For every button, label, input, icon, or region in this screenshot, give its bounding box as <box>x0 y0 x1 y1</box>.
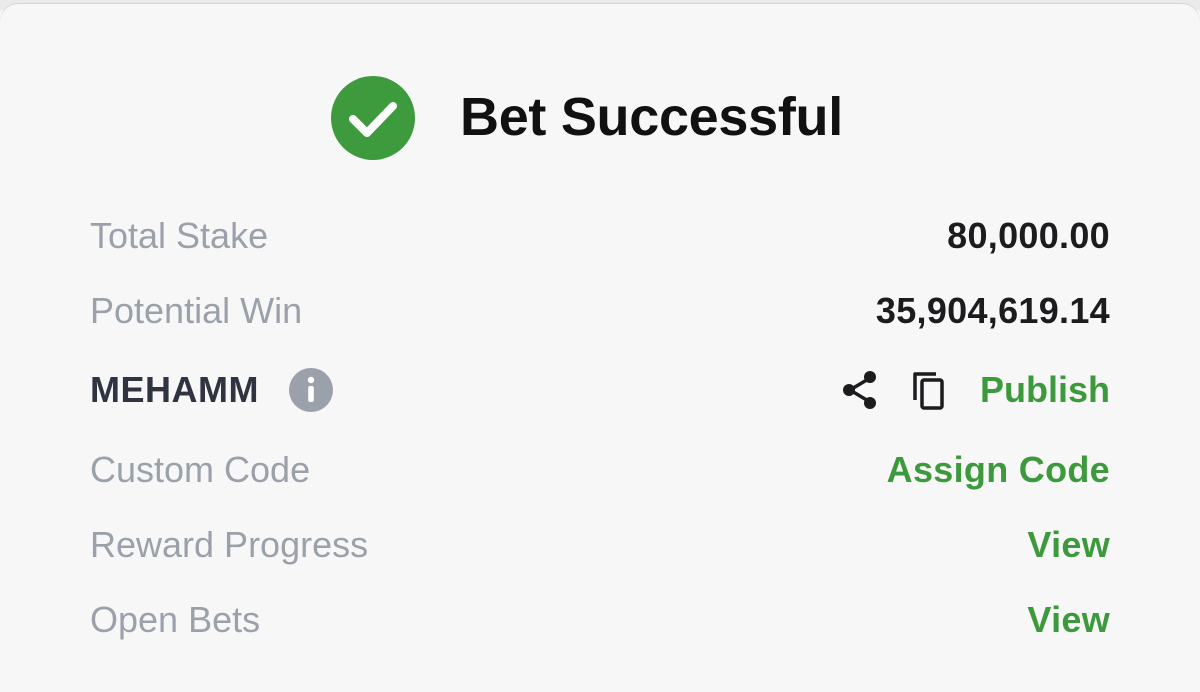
copy-icon[interactable] <box>906 368 950 412</box>
reward-progress-view-button[interactable]: View <box>1027 517 1110 573</box>
booking-code-row: MEHAMM Publish <box>90 362 1110 418</box>
total-stake-value: 80,000.00 <box>947 215 1110 256</box>
custom-code-label: Custom Code <box>90 449 311 490</box>
page-title: Bet Successful <box>460 87 843 147</box>
custom-code-row: Custom Code Assign Code <box>90 442 1110 498</box>
open-bets-row: Open Bets View <box>90 592 1110 648</box>
potential-win-row: Potential Win 35,904,619.14 <box>90 283 1110 339</box>
success-header: Bet Successful <box>0 72 1200 164</box>
publish-button[interactable]: Publish <box>980 362 1110 418</box>
share-icon[interactable] <box>838 368 882 412</box>
open-bets-label: Open Bets <box>90 599 261 640</box>
reward-progress-label: Reward Progress <box>90 524 369 565</box>
assign-code-button[interactable]: Assign Code <box>887 442 1110 498</box>
potential-win-value: 35,904,619.14 <box>875 290 1110 331</box>
bet-success-sheet: Bet Successful Total Stake 80,000.00 Pot… <box>0 4 1200 692</box>
total-stake-row: Total Stake 80,000.00 <box>90 208 1110 264</box>
total-stake-label: Total Stake <box>90 215 269 256</box>
info-icon[interactable] <box>289 368 333 412</box>
booking-code: MEHAMM <box>90 369 259 410</box>
reward-progress-row: Reward Progress View <box>90 517 1110 573</box>
open-bets-view-button[interactable]: View <box>1027 592 1110 648</box>
potential-win-label: Potential Win <box>90 290 303 331</box>
check-circle-icon <box>331 76 415 160</box>
